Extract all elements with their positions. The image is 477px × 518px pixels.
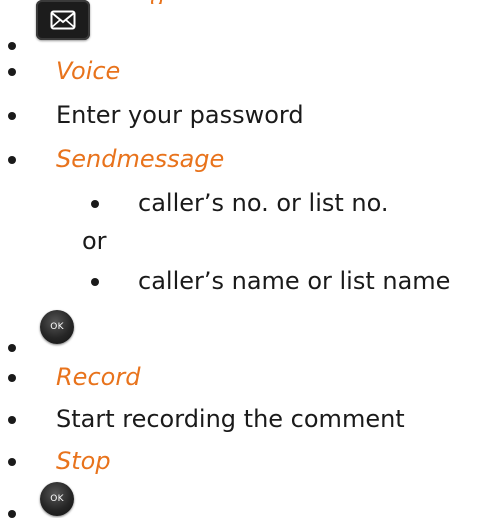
step-record: Record <box>0 362 477 402</box>
sub-option-number: caller’s no. or list no. <box>138 189 389 217</box>
sendmessage-softkey[interactable]: Sendmessage <box>56 144 224 174</box>
record-softkey[interactable]: Record <box>56 362 140 392</box>
bullet <box>91 278 99 286</box>
step-voice: Voice <box>0 56 477 96</box>
bullet <box>8 374 16 382</box>
start-recording-instruction: Start recording the comment <box>56 405 405 433</box>
step-start-recording: Start recording the comment <box>0 404 477 444</box>
bullet <box>8 344 16 352</box>
step-password: Enter your password <box>0 100 477 140</box>
password-instruction: Enter your password <box>56 101 304 129</box>
bullet <box>8 156 16 164</box>
ok-key-button[interactable]: OK <box>40 482 74 516</box>
or-separator: or <box>82 227 107 255</box>
step-ok-1: OK <box>0 304 477 356</box>
bullet <box>8 416 16 424</box>
bullet <box>8 510 16 518</box>
step-stop: Stop <box>0 446 477 486</box>
bullet <box>8 42 16 50</box>
voice-softkey[interactable]: Voice <box>56 56 120 86</box>
sub-step-name: caller’s name or list name <box>0 266 477 306</box>
step-sendmessage: Sendmessage <box>0 144 477 184</box>
ok-key-label: OK <box>50 322 64 332</box>
ok-key-label: OK <box>50 494 64 504</box>
bullet <box>91 200 99 208</box>
bullet <box>8 458 16 466</box>
envelope-icon <box>50 10 76 30</box>
step-ok-2: OK <box>0 482 477 518</box>
bullet <box>8 68 16 76</box>
stop-softkey[interactable]: Stop <box>56 446 111 476</box>
sub-option-name: caller’s name or list name <box>138 267 451 295</box>
ok-key-button[interactable]: OK <box>40 310 74 344</box>
step-mail-key <box>0 0 477 50</box>
bullet <box>8 112 16 120</box>
mail-key-button[interactable] <box>36 0 90 40</box>
instruction-page: g Voice Enter your password Sendmessage … <box>0 0 477 518</box>
or-separator-row: or <box>0 226 477 266</box>
sub-step-number: caller’s no. or list no. <box>0 188 477 228</box>
